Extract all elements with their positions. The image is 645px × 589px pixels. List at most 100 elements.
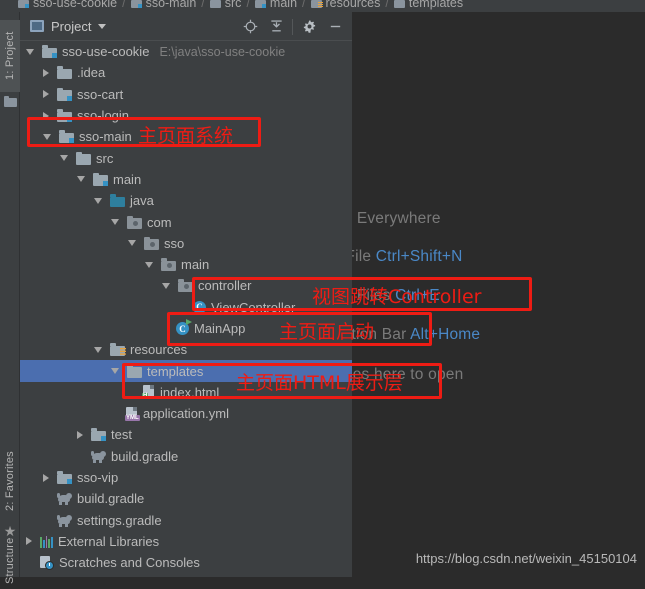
tree-node-java[interactable]: java — [20, 190, 352, 211]
tree-node-label: java — [130, 193, 154, 209]
sidebar-item-project[interactable]: 1: Project — [0, 20, 20, 92]
breadcrumb-label: templates — [408, 0, 464, 10]
package-icon — [161, 258, 176, 272]
tree-node-sso-use-cookie[interactable]: sso-use-cookie E:\java\sso-use-cookie — [20, 41, 352, 62]
chevron-down-icon[interactable] — [162, 282, 170, 289]
tree-node-scratches-and-consoles[interactable]: Scratches and Consoles — [20, 552, 352, 573]
package-icon — [178, 279, 193, 293]
external-libraries-icon — [40, 535, 53, 548]
tree-node-label: build.gradle — [111, 448, 179, 464]
folder-icon — [57, 66, 72, 80]
tree-node-label: application.yml — [143, 406, 229, 422]
toolbar-divider — [292, 18, 293, 35]
gear-icon[interactable] — [296, 14, 322, 40]
tree-node-sso[interactable]: sso — [20, 233, 352, 254]
tree-node-src[interactable]: src — [20, 147, 352, 168]
folder-icon — [393, 0, 405, 8]
project-panel-title: Project — [51, 18, 92, 34]
breadcrumb-label: sso-use-cookie — [33, 0, 118, 10]
tree-node-build-gradle[interactable]: build.gradle — [20, 446, 352, 467]
breadcrumb-item-main[interactable]: main — [254, 0, 297, 10]
chevron-right-icon[interactable] — [43, 68, 49, 77]
chevron-down-icon[interactable] — [94, 346, 102, 353]
breadcrumb-item-resources[interactable]: resources — [310, 0, 381, 10]
package-icon — [144, 236, 159, 250]
chevron-right-icon[interactable] — [43, 90, 49, 99]
chevron-right-icon[interactable] — [43, 473, 49, 482]
tree-node-label: sso-use-cookie — [62, 44, 150, 60]
tree-node-settings-gradle[interactable]: settings.gradle — [20, 510, 352, 531]
editor-hint-1: Go to File Ctrl+Shift+N — [352, 248, 463, 266]
stripe-favorites-label: 2: Favorites — [4, 451, 16, 511]
tree-node-sso-cart[interactable]: sso-cart — [20, 84, 352, 105]
breadcrumb-separator: / — [122, 0, 126, 10]
breadcrumb-separator: / — [302, 0, 306, 10]
tree-node-label: Scratches and Consoles — [59, 555, 200, 571]
chevron-down-icon[interactable] — [77, 176, 85, 183]
tree-node-label: main — [113, 171, 142, 187]
breadcrumb-item-sso-main[interactable]: sso-main — [130, 0, 196, 10]
tool-window-stripe: 1: Project 2: Favorites ★ Structure — [0, 12, 20, 584]
resources-folder-icon — [110, 343, 126, 357]
editor-hint-text: Go to File — [352, 248, 372, 265]
tree-node-path: E:\java\sso-use-cookie — [159, 44, 286, 59]
yml-file-icon: YML — [125, 406, 140, 421]
tree-node-label: sso-cart — [77, 86, 124, 102]
chevron-right-icon[interactable] — [77, 430, 83, 439]
module-folder-icon — [93, 172, 108, 186]
resources-folder-icon — [310, 0, 323, 8]
gradle-file-icon — [57, 514, 72, 527]
chevron-down-icon[interactable] — [98, 23, 107, 29]
chevron-down-icon[interactable] — [111, 368, 119, 375]
chevron-down-icon[interactable] — [111, 219, 119, 226]
project-icon — [30, 20, 44, 32]
minimize-icon[interactable] — [322, 14, 348, 40]
tree-node-label: test — [111, 427, 132, 443]
annotation-main-app-label: 主页面启动 — [279, 321, 375, 343]
chevron-down-icon[interactable] — [26, 48, 34, 55]
chevron-down-icon[interactable] — [94, 197, 102, 204]
tree-node-main[interactable]: main — [20, 169, 352, 190]
module-folder-icon — [18, 0, 29, 8]
breadcrumb-item-src[interactable]: src — [209, 0, 242, 10]
breadcrumb-item-sso-use-cookie[interactable]: sso-use-cookie — [18, 0, 117, 10]
tree-node-label: External Libraries — [58, 533, 160, 549]
tree-node-build-gradle[interactable]: build.gradle — [20, 488, 352, 509]
module-folder-icon — [57, 471, 72, 485]
annotation-index-html-label: 主页面HTML展示层 — [236, 372, 403, 394]
module-folder-icon — [42, 45, 57, 59]
gradle-file-icon — [57, 492, 72, 506]
tree-node-external-libraries[interactable]: External Libraries — [20, 531, 352, 552]
tree-node--idea[interactable]: .idea — [20, 62, 352, 83]
module-folder-icon — [254, 0, 266, 8]
tree-node-test[interactable]: test — [20, 424, 352, 445]
folder-icon — [209, 0, 221, 8]
tree-node-com[interactable]: com — [20, 211, 352, 232]
breadcrumb-separator: / — [246, 0, 250, 10]
sidebar-item-favorites[interactable]: 2: Favorites — [0, 442, 20, 520]
breadcrumb-label: resources — [325, 0, 381, 10]
project-panel-toolbar — [237, 12, 348, 41]
tree-node-main[interactable]: main — [20, 254, 352, 275]
breadcrumb-item-templates[interactable]: templates — [393, 0, 464, 10]
scratches-icon — [40, 555, 54, 570]
tree-node-sso-vip[interactable]: sso-vip — [20, 467, 352, 488]
module-folder-icon — [130, 0, 142, 8]
breadcrumb[interactable]: sso-use-cookie / sso-main / src / main / resourc… — [0, 0, 645, 12]
editor-hint-shortcut: Ctrl+Shift+N — [375, 248, 463, 265]
tree-node-application-yml[interactable]: YML application.yml — [20, 403, 352, 424]
breadcrumb-separator: / — [201, 0, 205, 10]
breadcrumb-label: src — [224, 0, 242, 10]
locate-icon[interactable] — [237, 14, 263, 40]
annotation-sso-main-label: 主页面系统 — [138, 125, 234, 147]
chevron-down-icon[interactable] — [145, 261, 153, 268]
editor-hint-text: Search Everywhere — [352, 210, 441, 227]
chevron-down-icon[interactable] — [60, 155, 68, 162]
module-folder-icon — [57, 87, 72, 101]
chevron-down-icon[interactable] — [128, 240, 136, 247]
sidebar-item-structure[interactable]: Structure — [0, 532, 20, 589]
tree-node-label: main — [181, 257, 210, 273]
package-icon — [127, 215, 142, 229]
collapse-all-icon[interactable] — [263, 14, 289, 40]
chevron-right-icon[interactable] — [26, 537, 32, 546]
